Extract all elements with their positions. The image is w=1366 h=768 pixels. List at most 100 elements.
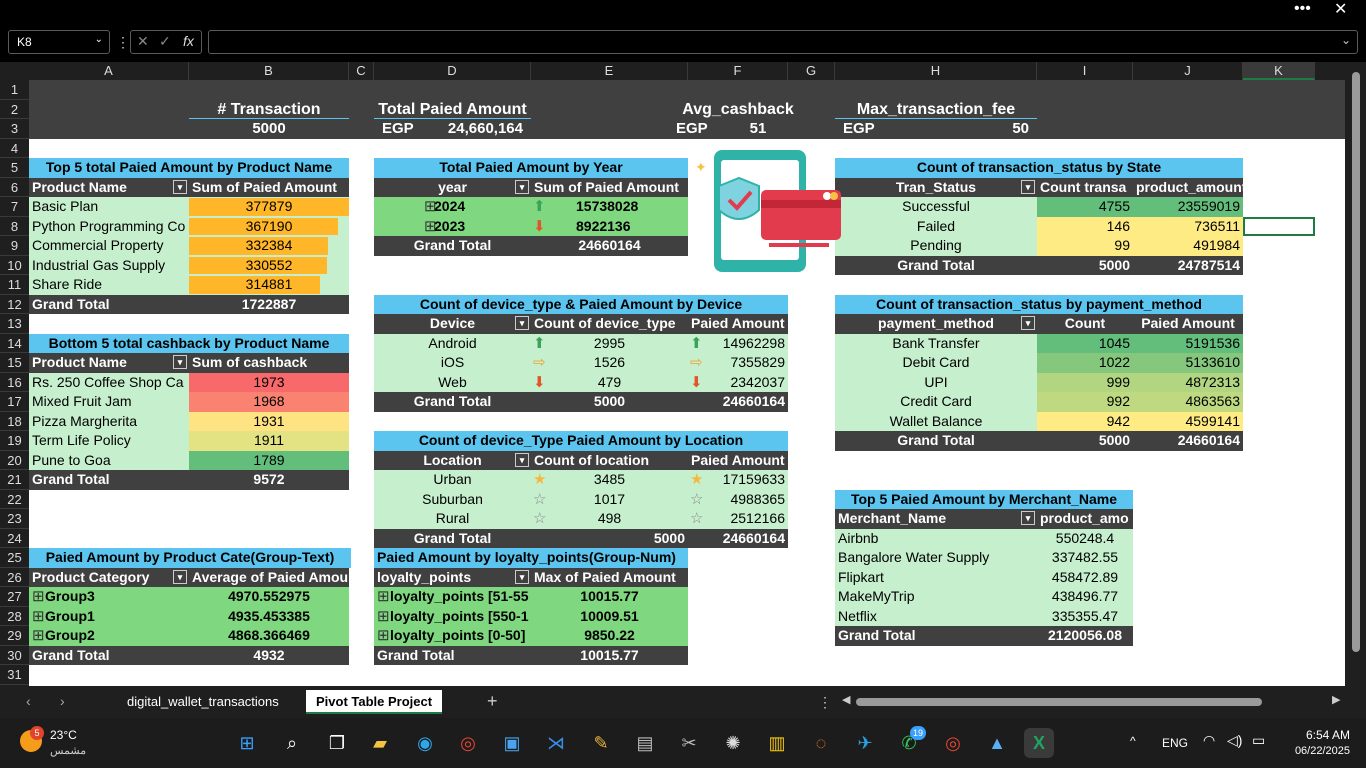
row-header-18[interactable]: 18 bbox=[0, 412, 29, 431]
row-header-12[interactable]: 12 bbox=[0, 295, 29, 314]
clock-time[interactable]: 6:54 AM bbox=[1290, 728, 1350, 742]
row-header-23[interactable]: 23 bbox=[0, 509, 29, 529]
vertical-scrollbar[interactable] bbox=[1345, 62, 1366, 686]
row-header-19[interactable]: 19 bbox=[0, 431, 29, 451]
filter-dropdown-icon[interactable]: ▾ bbox=[515, 569, 529, 584]
jupyter-icon[interactable]: ◌ bbox=[806, 728, 836, 758]
app-icon[interactable]: ✎ bbox=[586, 728, 616, 758]
column-header-K[interactable]: K bbox=[1243, 62, 1315, 80]
wifi-icon[interactable]: ◠ bbox=[1203, 732, 1215, 749]
cancel-icon[interactable]: ✕ bbox=[137, 33, 149, 50]
language-indicator[interactable]: ENG bbox=[1162, 736, 1188, 750]
row-header-31[interactable]: 31 bbox=[0, 665, 29, 685]
column-header-A[interactable]: A bbox=[29, 62, 189, 80]
battery-icon[interactable]: ▭ bbox=[1252, 732, 1265, 749]
store-icon[interactable]: ▣ bbox=[497, 728, 527, 758]
row-header-3[interactable]: 3 bbox=[0, 119, 29, 139]
next-sheet-icon[interactable]: › bbox=[60, 693, 65, 709]
row-header-5[interactable]: 5 bbox=[0, 158, 29, 178]
filter-dropdown-icon[interactable]: ▾ bbox=[1021, 316, 1035, 330]
chevron-down-icon[interactable]: ⌄ bbox=[1341, 33, 1351, 47]
volume-icon[interactable]: ◁) bbox=[1227, 732, 1242, 749]
filter-dropdown-icon[interactable]: ▾ bbox=[515, 316, 529, 330]
row-header-22[interactable]: 22 bbox=[0, 490, 29, 509]
powerbi-icon[interactable]: ▥ bbox=[762, 728, 792, 758]
filter-dropdown-icon[interactable]: ▾ bbox=[173, 569, 187, 584]
column-header-C[interactable]: C bbox=[349, 62, 374, 80]
filter-dropdown-icon[interactable]: ▾ bbox=[173, 179, 187, 194]
row-header-27[interactable]: 27 bbox=[0, 587, 29, 607]
row-header-1[interactable]: 1 bbox=[0, 80, 29, 100]
edge-icon[interactable]: ◉ bbox=[410, 728, 440, 758]
horizontal-scrollbar[interactable]: ◀ ▶ bbox=[840, 693, 1345, 708]
sheet-tab-pivot[interactable]: Pivot Table Project bbox=[306, 690, 443, 714]
scroll-thumb[interactable] bbox=[1352, 72, 1360, 652]
scroll-right-icon[interactable]: ▶ bbox=[1332, 693, 1340, 706]
prev-sheet-icon[interactable]: ‹ bbox=[26, 693, 31, 709]
formula-input[interactable]: ⌄ bbox=[208, 30, 1358, 54]
row-header-10[interactable]: 10 bbox=[0, 256, 29, 275]
windows-start-icon[interactable]: ⊞ bbox=[232, 728, 262, 758]
column-header-B[interactable]: B bbox=[189, 62, 349, 80]
check-icon[interactable]: ✓ bbox=[159, 33, 171, 50]
chrome-profile-icon[interactable]: ◎ bbox=[938, 728, 968, 758]
vscode-icon[interactable]: ⋊ bbox=[541, 728, 571, 758]
excel-icon[interactable]: X bbox=[1024, 728, 1054, 758]
filter-dropdown-icon[interactable]: ▾ bbox=[1021, 179, 1035, 194]
row-header-20[interactable]: 20 bbox=[0, 451, 29, 470]
selected-cell[interactable] bbox=[1243, 216, 1315, 236]
row-header-4[interactable]: 4 bbox=[0, 139, 29, 158]
column-header-I[interactable]: I bbox=[1037, 62, 1133, 80]
row-header-14[interactable]: 14 bbox=[0, 334, 29, 353]
task-view-icon[interactable]: ❐ bbox=[322, 728, 352, 758]
clock-date[interactable]: 06/22/2025 bbox=[1280, 745, 1350, 757]
snipping-icon[interactable]: ✂ bbox=[674, 728, 704, 758]
row-header-30[interactable]: 30 bbox=[0, 646, 29, 665]
column-header-D[interactable]: D bbox=[374, 62, 531, 80]
row-header-11[interactable]: 11 bbox=[0, 275, 29, 295]
chatgpt-icon[interactable]: ✺ bbox=[718, 728, 748, 758]
row-header-21[interactable]: 21 bbox=[0, 470, 29, 490]
cell-grid[interactable]: # Transaction 5000 Total Paied Amount EGP 24… bbox=[29, 80, 1345, 686]
weather-temp[interactable]: 23°C bbox=[50, 728, 77, 742]
column-header-H[interactable]: H bbox=[835, 62, 1037, 80]
app-icon[interactable]: ▲ bbox=[982, 728, 1012, 758]
chevron-up-icon[interactable]: ^ bbox=[1130, 734, 1136, 748]
row-header-13[interactable]: 13 bbox=[0, 314, 29, 334]
filter-dropdown-icon[interactable]: ▾ bbox=[515, 452, 529, 467]
column-header-J[interactable]: J bbox=[1133, 62, 1243, 80]
search-icon[interactable]: ⌕ bbox=[277, 728, 307, 758]
row-header-17[interactable]: 17 bbox=[0, 392, 29, 412]
close-icon[interactable]: ✕ bbox=[1334, 0, 1347, 20]
filter-dropdown-icon[interactable]: ▾ bbox=[1021, 511, 1035, 525]
more-vertical-icon[interactable]: ⋮ bbox=[818, 694, 832, 711]
row-header-26[interactable]: 26 bbox=[0, 568, 29, 587]
column-header-E[interactable]: E bbox=[531, 62, 688, 80]
row-header-16[interactable]: 16 bbox=[0, 373, 29, 392]
filter-dropdown-icon[interactable]: ▾ bbox=[173, 355, 187, 369]
row-header-29[interactable]: 29 bbox=[0, 626, 29, 646]
row-header-2[interactable]: 2 bbox=[0, 100, 29, 119]
filter-dropdown-icon[interactable]: ▾ bbox=[515, 179, 529, 194]
row-header-7[interactable]: 7 bbox=[0, 197, 29, 217]
row-header-8[interactable]: 8 bbox=[0, 217, 29, 236]
chrome-icon[interactable]: ◎ bbox=[453, 728, 483, 758]
hscroll-thumb[interactable] bbox=[856, 698, 1262, 706]
file-explorer-icon[interactable]: ▰ bbox=[365, 728, 395, 758]
row-header-6[interactable]: 6 bbox=[0, 178, 29, 197]
telegram-icon[interactable]: ✈ bbox=[850, 728, 880, 758]
more-options-icon[interactable]: ••• bbox=[1294, 0, 1311, 18]
more-vertical-icon[interactable]: ⋮ bbox=[116, 34, 130, 51]
row-header-24[interactable]: 24 bbox=[0, 529, 29, 548]
column-header-F[interactable]: F bbox=[688, 62, 788, 80]
name-box[interactable]: K8 ⌄ bbox=[8, 30, 110, 54]
row-header-15[interactable]: 15 bbox=[0, 353, 29, 373]
sheet-tab-transactions[interactable]: digital_wallet_transactions bbox=[117, 690, 289, 714]
row-header-28[interactable]: 28 bbox=[0, 607, 29, 626]
column-header-G[interactable]: G bbox=[788, 62, 835, 80]
function-icon[interactable]: fx bbox=[183, 33, 194, 49]
app-icon[interactable]: ▤ bbox=[630, 728, 660, 758]
add-sheet-icon[interactable]: + bbox=[487, 691, 498, 712]
row-header-9[interactable]: 9 bbox=[0, 236, 29, 256]
select-all-corner[interactable] bbox=[0, 62, 29, 80]
